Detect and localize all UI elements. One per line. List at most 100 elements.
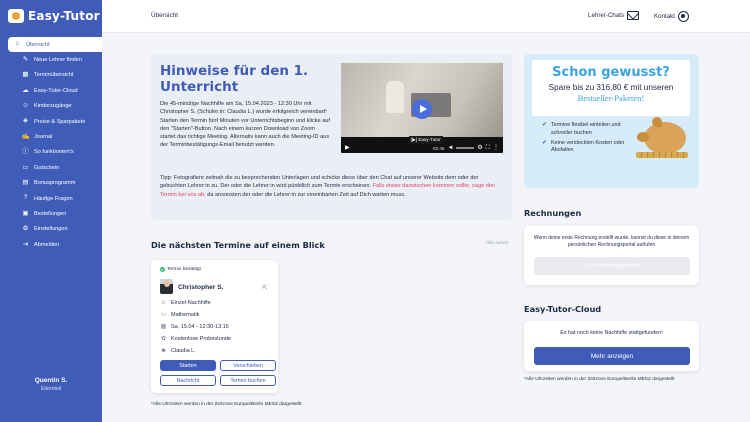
show-more-button[interactable]: Mehr anzeigen bbox=[534, 347, 690, 365]
student-icon: ☻ bbox=[160, 348, 167, 354]
info-title: Hinweise für den 1. Unterricht bbox=[160, 63, 309, 95]
info-tip: Tipp: Fotografiere zeitnah die zu bespre… bbox=[160, 174, 505, 199]
sidebar-item-label: Preise & Sparpakete bbox=[34, 118, 86, 125]
piggy-bank-icon bbox=[636, 116, 688, 158]
detail-subject-text: Mathematik bbox=[171, 312, 200, 318]
volume-slider[interactable] bbox=[456, 147, 475, 149]
sidebar-item-neue-lehrer-finden[interactable]: ✎ Neue Lehrer finden bbox=[8, 52, 102, 67]
teacher-chats-label: Lehrer-Chats bbox=[588, 12, 625, 19]
info-text: Die 45-minütige Nachhilfe am Sa, 15.04.2… bbox=[160, 101, 330, 149]
people-icon: ☺ bbox=[160, 300, 167, 306]
promo-item: ✔ Termine flexibel einteilen und schnelle… bbox=[542, 122, 632, 138]
logo[interactable]: Easy-Tutor bbox=[8, 9, 100, 23]
appointment-card: ✔ Termin bestätigt Christopher S. ⇱ ☺ Ein… bbox=[151, 260, 278, 393]
message-button[interactable]: Nachricht bbox=[160, 375, 216, 386]
promo-item: ✔ Keine versteckten Kosten oder Abofallen bbox=[542, 140, 632, 156]
sidebar-item-label: Kinderzugänge bbox=[34, 103, 72, 110]
check-icon: ✔ bbox=[542, 139, 548, 146]
sidebar-item-abmelden[interactable]: ⇥ Abmelden bbox=[8, 237, 102, 252]
sidebar-item-häufige-fragen[interactable]: ? Häufige Fragen bbox=[8, 191, 102, 206]
support-icon bbox=[677, 11, 689, 22]
book-appointment-button[interactable]: Termin buchen bbox=[220, 375, 276, 386]
appointments-footnote: *Alle Uhrzeiten werden in der Zeitzone E… bbox=[151, 402, 302, 407]
confirmed-icon: ✔ bbox=[160, 267, 165, 272]
avatar bbox=[160, 279, 173, 294]
play-small-icon[interactable]: ▶ bbox=[345, 145, 350, 151]
journal-icon: ✍ bbox=[21, 132, 30, 140]
detail-student: ☻ Claudia L. bbox=[160, 348, 195, 354]
user-info: Quentin S. Elternteil bbox=[0, 377, 102, 392]
sidebar-item-easy-tutor-cloud[interactable]: ☁ Easy-Tutor-Cloud bbox=[8, 83, 102, 98]
more-icon[interactable]: ⋮ bbox=[493, 145, 499, 151]
sidebar-item-label: Bestellungen bbox=[34, 210, 67, 217]
user-name: Quentin S. bbox=[34, 377, 68, 384]
sidebar-item-label: Gutschein bbox=[34, 164, 60, 171]
cloud-footnote: *Alle Uhrzeiten werden in der Zeitzone E… bbox=[524, 377, 675, 382]
play-icon[interactable] bbox=[412, 99, 432, 119]
sidebar: Easy-Tutor ⌂ Übersicht ✎ Neue Lehrer finden… bbox=[0, 0, 102, 422]
children-icon: ☺ bbox=[22, 102, 29, 109]
promo-header: Schon gewusst? Spare bis zu 316,80 € mit… bbox=[532, 60, 690, 116]
fullscreen-icon[interactable]: ⛶ bbox=[486, 145, 490, 151]
sidebar-item-übersicht[interactable]: ⌂ Übersicht bbox=[8, 37, 102, 53]
sidebar-item-label: Easy-Tutor-Cloud bbox=[34, 87, 78, 94]
detail-date-text: Sa, 15.04 - 12:30-13:15 bbox=[171, 324, 229, 330]
sidebar-item-einstellungen[interactable]: ⚙ Einstellungen bbox=[8, 222, 102, 237]
detail-trial: ✿ Kostenlose Probestunde bbox=[160, 336, 231, 342]
sidebar-item-terminübersicht[interactable]: ▦ Terminübersicht bbox=[8, 68, 102, 83]
tutor-name[interactable]: Christopher S. bbox=[178, 284, 223, 291]
sidebar-item-label: Abmelden bbox=[34, 241, 60, 248]
appointments-title: Die nächsten Termine auf einem Blick bbox=[151, 240, 325, 250]
sidebar-item-gutschein[interactable]: ▭ Gutschein bbox=[8, 160, 102, 175]
help-icon: ? bbox=[23, 194, 28, 202]
check-icon: ✔ bbox=[542, 122, 548, 128]
invoice-portal-button[interactable]: Zum Rechnungsportal bbox=[534, 257, 690, 275]
promo-list: ✔ Termine flexibel einteilen und schnelle… bbox=[542, 122, 632, 157]
sidebar-item-label: Häufige Fragen bbox=[34, 195, 73, 202]
sidebar-item-label: Journal bbox=[34, 134, 53, 141]
sidebar-item-bestellungen[interactable]: ▣ Bestellungen bbox=[8, 206, 102, 221]
contact-link[interactable]: Kontakt bbox=[654, 11, 689, 22]
sidebar-item-label: Terminübersicht bbox=[34, 72, 74, 79]
cloud-card: Es hat noch keine Nachhilfe stattgefunde… bbox=[524, 321, 699, 371]
sidebar-item-bonusprogramm[interactable]: ▤ Bonusprogramm bbox=[8, 176, 102, 191]
promo-card[interactable]: Schon gewusst? Spare bis zu 316,80 € mit… bbox=[524, 54, 699, 188]
teacher-chats-link[interactable]: Lehrer-Chats bbox=[588, 11, 640, 20]
home-icon: ⌂ bbox=[15, 40, 20, 48]
topbar: Übersicht Lehrer-Chats Kontakt bbox=[102, 0, 750, 33]
video-time: -02:46 bbox=[431, 145, 445, 151]
video-controls: ▶ -02:46 ◄ ⚙ ⛶ ⋮ bbox=[341, 143, 503, 153]
cloud-icon: ☁ bbox=[22, 86, 29, 94]
intro-video[interactable]: [▶] Easy-Tutor ▶ -02:46 ◄ ⚙ ⛶ ⋮ bbox=[341, 63, 503, 153]
tip-text-b: da ansonsten der oder die Lehrer:in zur … bbox=[205, 191, 406, 198]
cloud-text: Es hat noch keine Nachhilfe stattgefunde… bbox=[560, 330, 663, 336]
promo-item-text: Keine versteckten Kosten oder Abofallen bbox=[551, 139, 625, 154]
voucher-icon: ▭ bbox=[22, 163, 29, 171]
breadcrumb[interactable]: Übersicht bbox=[151, 12, 178, 19]
reschedule-button[interactable]: Verschieben bbox=[220, 360, 276, 371]
tag-icon: ◈ bbox=[23, 117, 28, 125]
gear-icon: ⚙ bbox=[22, 225, 29, 233]
first-lesson-info-card: Hinweise für den 1. Unterricht Die 45-mi… bbox=[151, 54, 512, 220]
logo-text: Easy-Tutor bbox=[28, 9, 100, 23]
cloud-title: Easy-Tutor-Cloud bbox=[524, 304, 602, 314]
detail-type-text: Einzel-Nachhilfe bbox=[171, 300, 211, 306]
sidebar-nav: ⌂ Übersicht ✎ Neue Lehrer finden ▦ Terminüber… bbox=[0, 37, 102, 252]
orders-icon: ▣ bbox=[22, 209, 29, 217]
user-role: Elternteil bbox=[40, 386, 62, 392]
sidebar-item-preise-sparpakete[interactable]: ◈ Preise & Sparpakete bbox=[8, 114, 102, 129]
calendar-icon: ▦ bbox=[160, 324, 167, 330]
calendar-icon: ▦ bbox=[22, 71, 29, 79]
volume-icon[interactable]: ◄ bbox=[447, 145, 453, 151]
sidebar-item-journal[interactable]: ✍ Journal bbox=[8, 129, 102, 144]
promo-title: Schon gewusst? bbox=[552, 65, 670, 80]
start-button[interactable]: Starten bbox=[160, 360, 216, 371]
promo-item-text: Termine flexibel einteilen und schneller… bbox=[551, 122, 621, 136]
sidebar-item-kinderzugänge[interactable]: ☺ Kinderzugänge bbox=[8, 99, 102, 114]
promo-line1: Spare bis zu 316,80 € mit unseren bbox=[548, 83, 674, 92]
see-all-link[interactable]: Alle sehen bbox=[486, 241, 508, 246]
sidebar-item-so-funktioniert-s[interactable]: ⓘ So funktioniert's bbox=[8, 145, 102, 160]
settings-icon[interactable]: ⚙ bbox=[477, 145, 482, 151]
detail-type: ☺ Einzel-Nachhilfe bbox=[160, 300, 211, 306]
external-link-icon[interactable]: ⇱ bbox=[262, 284, 268, 292]
